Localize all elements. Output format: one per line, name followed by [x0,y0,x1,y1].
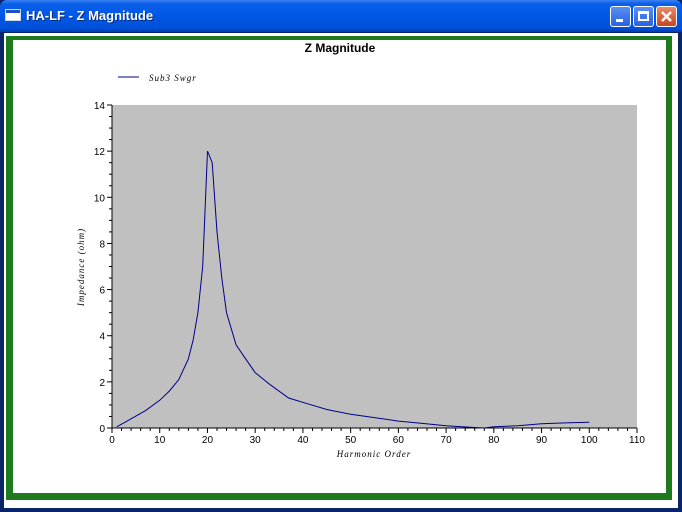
x-tick-label: 40 [297,435,309,446]
x-tick-label: 90 [536,435,548,446]
x-axis-label: Harmonic Order [336,449,411,459]
x-tick-label: 50 [345,435,357,446]
y-tick-label: 8 [99,239,105,250]
x-tick-label: 80 [488,435,500,446]
y-tick-label: 4 [99,332,105,343]
app-window: HA-LF - Z Magnitude Z Magnitude Sub3 Swg… [0,0,682,512]
y-tick-label: 0 [99,424,105,435]
chart-title: Z Magnitude [305,41,376,55]
y-tick-label: 6 [99,286,105,297]
x-tick-label: 100 [581,435,598,446]
x-tick-label: 70 [441,435,453,446]
y-tick-label: 14 [94,101,106,112]
x-tick-label: 10 [154,435,166,446]
y-axis-label: Impedance (ohm) [76,228,86,307]
legend-label-sub3-swgr: Sub3 Swgr [149,73,197,83]
x-tick-label: 60 [393,435,405,446]
y-tick-label: 10 [94,193,106,204]
x-tick-label: 0 [109,435,115,446]
chart-canvas: Z Magnitude Sub3 Swgr 0 10 20 30 40 50 60 70 80 9… [76,41,645,459]
y-tick-label: 2 [99,378,105,389]
y-tick-label: 12 [94,147,106,158]
plot-area [112,105,637,428]
x-tick-label: 30 [250,435,262,446]
x-tick-label: 110 [629,435,645,446]
x-tick-label: 20 [202,435,214,446]
